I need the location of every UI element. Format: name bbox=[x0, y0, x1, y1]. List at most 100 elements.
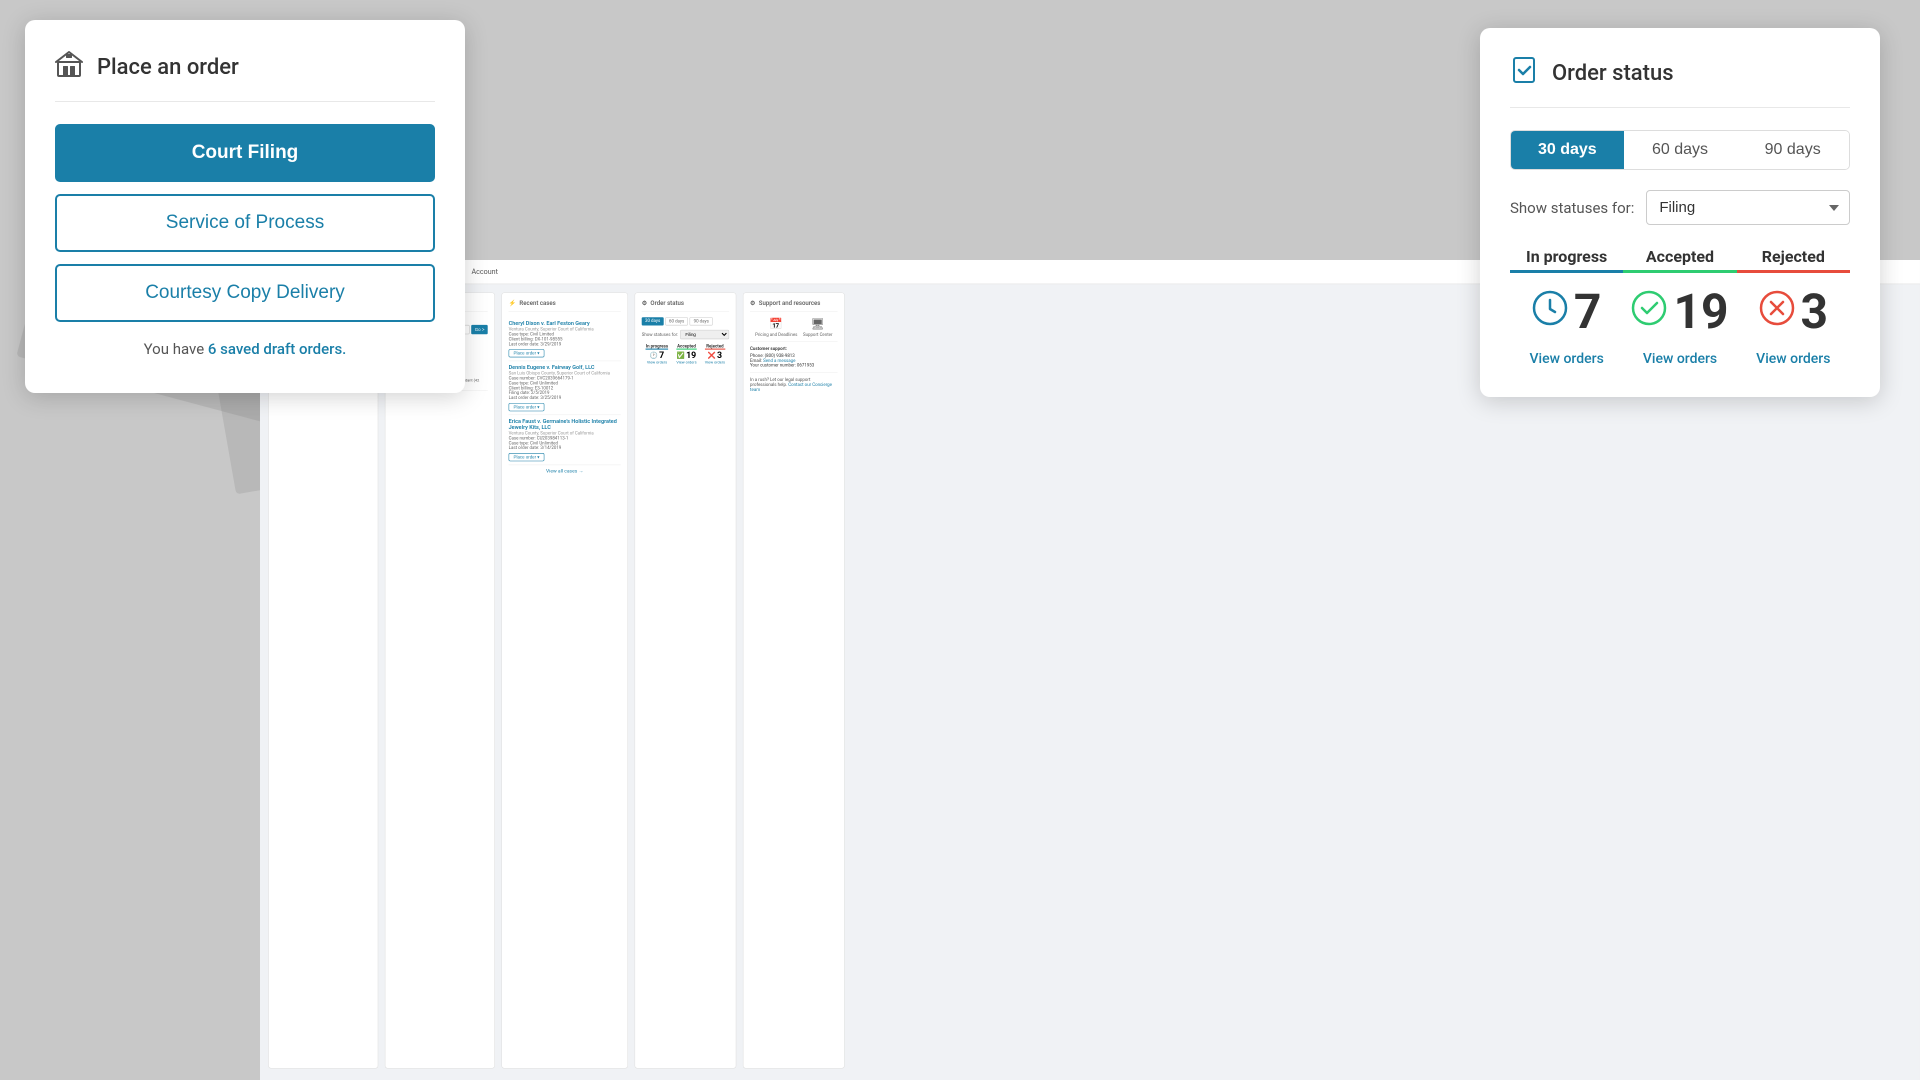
order-status-check-icon bbox=[1510, 56, 1538, 91]
rejected-view-link[interactable]: View orders bbox=[1756, 351, 1830, 367]
mini-pricing-icon-item: 📅 Pricing and Deadlines bbox=[755, 317, 797, 337]
in-progress-view-link[interactable]: View orders bbox=[1530, 351, 1604, 367]
mini-case-2-place-btn[interactable]: Place order ▾ bbox=[509, 403, 545, 411]
mini-concierge-text: In a rush? Let our legal support profess… bbox=[750, 377, 837, 392]
mini-case-1-place-btn[interactable]: Place order ▾ bbox=[509, 349, 545, 357]
rejected-count-row: 3 bbox=[1737, 283, 1850, 340]
mini-order-status-card: ⚙ Order status 30 days 60 days 90 days S… bbox=[635, 292, 737, 1068]
mini-accepted-icon: ✅ bbox=[677, 351, 685, 359]
mini-concierge-link[interactable]: Contact our Concierge team bbox=[750, 382, 832, 392]
place-order-card: Place an order Court Filing Service of P… bbox=[25, 20, 465, 393]
status-rejected: Rejected 3 View orders bbox=[1737, 247, 1850, 367]
order-status-header: Order status bbox=[1510, 56, 1850, 108]
mini-in-progress-val-row: 🕐 7 bbox=[646, 350, 668, 360]
mini-nav-account: Account bbox=[472, 268, 498, 276]
mini-show-for-row: Show statuses for: Filing bbox=[642, 330, 729, 339]
mini-case-2-detail: Case number: CVC2039664179-1Case type: C… bbox=[509, 376, 621, 401]
courtesy-copy-button[interactable]: Courtesy Copy Delivery bbox=[55, 264, 435, 322]
mini-tab-60[interactable]: 60 days bbox=[665, 317, 688, 325]
mini-order-search-go[interactable]: Go > bbox=[471, 325, 487, 334]
mini-in-progress-icon: 🕐 bbox=[650, 351, 658, 359]
mini-case-1-detail: Case type: Civil LimitedClient billing: … bbox=[509, 332, 621, 347]
mini-recent-cases-card: ⚡ Recent cases Cheryl Dixon v. Earl Fest… bbox=[501, 292, 628, 1068]
in-progress-label: In progress bbox=[1510, 247, 1623, 273]
rejected-icon bbox=[1759, 290, 1795, 334]
mini-accepted-num: 19 bbox=[686, 350, 696, 360]
mini-rejected-link[interactable]: View orders bbox=[705, 360, 725, 364]
mini-rejected-icon: ❌ bbox=[708, 351, 716, 359]
mini-show-for-select[interactable]: Filing bbox=[680, 330, 729, 339]
mini-body: 🏛 Place an order Court Filing Service of… bbox=[260, 284, 1920, 1076]
mini-case-item-2: Dennis Eugene v. Fairway Golf, LLC San L… bbox=[509, 361, 621, 415]
accepted-icon bbox=[1631, 290, 1667, 334]
show-for-label: Show statuses for: bbox=[1510, 199, 1634, 217]
mini-case-item-1: Cheryl Dixon v. Earl Feston Geary Ventur… bbox=[509, 317, 621, 361]
show-for-select[interactable]: Filing Service of Process Courtesy Copy bbox=[1646, 190, 1850, 225]
rejected-label: Rejected bbox=[1737, 247, 1850, 273]
accepted-view-link[interactable]: View orders bbox=[1643, 351, 1717, 367]
mini-accepted-val-row: ✅ 19 bbox=[676, 350, 696, 360]
tab-30-days[interactable]: 30 days bbox=[1511, 131, 1624, 169]
mini-customer-num: Your customer number: 0671953 bbox=[750, 363, 837, 368]
mini-order-status-icon: ⚙ bbox=[642, 300, 647, 307]
mini-support-title: ⚙ Support and resources bbox=[750, 300, 837, 312]
draft-orders-link[interactable]: 6 saved draft orders. bbox=[208, 340, 346, 358]
mini-show-for-label: Show statuses for: bbox=[642, 332, 678, 337]
mini-stat-rejected: Rejected ❌ 3 View orders bbox=[705, 344, 725, 365]
mini-rejected-num: 3 bbox=[717, 350, 722, 360]
mini-case-item-3: Erica Faust v. Germaine's Holistic Integ… bbox=[509, 415, 621, 465]
status-in-progress: In progress 7 View orders bbox=[1510, 247, 1623, 367]
mini-status-tabs: 30 days 60 days 90 days bbox=[642, 317, 729, 325]
accepted-count-row: 19 bbox=[1623, 283, 1736, 340]
rejected-count: 3 bbox=[1801, 283, 1829, 340]
mini-rejected-val-row: ❌ 3 bbox=[705, 350, 725, 360]
mini-customer-support-title: Customer support: bbox=[750, 346, 837, 351]
mini-pricing-icon: 📅 bbox=[755, 317, 797, 330]
mini-stat-accepted: Accepted ✅ 19 View orders bbox=[676, 344, 696, 365]
draft-prefix: You have bbox=[144, 340, 205, 358]
mini-cases-icon: ⚡ bbox=[509, 300, 517, 307]
service-of-process-button[interactable]: Service of Process bbox=[55, 194, 435, 252]
accepted-count: 19 bbox=[1673, 283, 1728, 340]
court-filing-button[interactable]: Court Filing bbox=[55, 124, 435, 182]
mini-case-3-detail: Case number: CU203984113-1Case type: Civ… bbox=[509, 435, 621, 450]
mini-support-icon: ⚙ bbox=[750, 300, 755, 307]
tab-60-days[interactable]: 60 days bbox=[1624, 131, 1737, 169]
mini-accepted-link[interactable]: View orders bbox=[676, 360, 696, 364]
mini-order-status-title: ⚙ Order status bbox=[642, 300, 729, 312]
place-order-title: Place an order bbox=[97, 55, 239, 80]
mini-support-divider-2 bbox=[750, 372, 837, 373]
mini-recent-cases-title: ⚡ Recent cases bbox=[509, 300, 621, 312]
mini-status-columns: In progress 🕐 7 View orders Accepted ✅ 1… bbox=[642, 344, 729, 365]
mini-place-order-card: 🏛 Place an order Court Filing Service of… bbox=[268, 292, 378, 1068]
place-order-header: Place an order bbox=[55, 50, 435, 102]
status-columns: In progress 7 View orders Accepted bbox=[1510, 247, 1850, 367]
accepted-label: Accepted bbox=[1623, 247, 1736, 273]
draft-text: You have 6 saved draft orders. bbox=[55, 340, 435, 358]
mini-customer-support: Customer support: Phone: (800) 938-9813 … bbox=[750, 346, 837, 367]
mini-orders-card: ☰ Orders Find an order: Go > Recent orde… bbox=[385, 292, 495, 1068]
mini-tab-90[interactable]: 90 days bbox=[690, 317, 713, 325]
order-status-title: Order status bbox=[1552, 61, 1674, 86]
mini-support-center-icon-item: 🖥 Support Center bbox=[803, 317, 833, 337]
tab-90-days[interactable]: 90 days bbox=[1736, 131, 1849, 169]
in-progress-count-row: 7 bbox=[1510, 283, 1623, 340]
in-progress-icon bbox=[1532, 290, 1568, 334]
mini-support-card: ⚙ Support and resources 📅 Pricing and De… bbox=[743, 292, 845, 1068]
show-for-row: Show statuses for: Filing Service of Pro… bbox=[1510, 190, 1850, 225]
mini-support-center-label[interactable]: Support Center bbox=[803, 332, 833, 337]
days-tabs: 30 days 60 days 90 days bbox=[1510, 130, 1850, 170]
mini-view-all-cases[interactable]: View all cases → bbox=[509, 468, 621, 474]
mini-pricing-label[interactable]: Pricing and Deadlines bbox=[755, 332, 797, 337]
mini-support-center-icon: 🖥 bbox=[803, 317, 833, 330]
mini-stat-in-progress: In progress 🕐 7 View orders bbox=[646, 344, 668, 365]
status-accepted: Accepted 19 View orders bbox=[1623, 247, 1736, 367]
order-status-card: Order status 30 days 60 days 90 days Sho… bbox=[1480, 28, 1880, 397]
mini-tab-30[interactable]: 30 days bbox=[642, 317, 664, 325]
mini-case-3-place-btn[interactable]: Place order ▾ bbox=[509, 453, 545, 461]
mini-in-progress-num: 7 bbox=[659, 350, 664, 360]
mini-support-icons-row: 📅 Pricing and Deadlines 🖥 Support Center bbox=[750, 317, 837, 337]
mini-support-divider bbox=[750, 341, 837, 342]
mini-in-progress-link[interactable]: View orders bbox=[646, 360, 668, 364]
mini-case-3-name: Erica Faust v. Germaine's Holistic Integ… bbox=[509, 418, 621, 430]
